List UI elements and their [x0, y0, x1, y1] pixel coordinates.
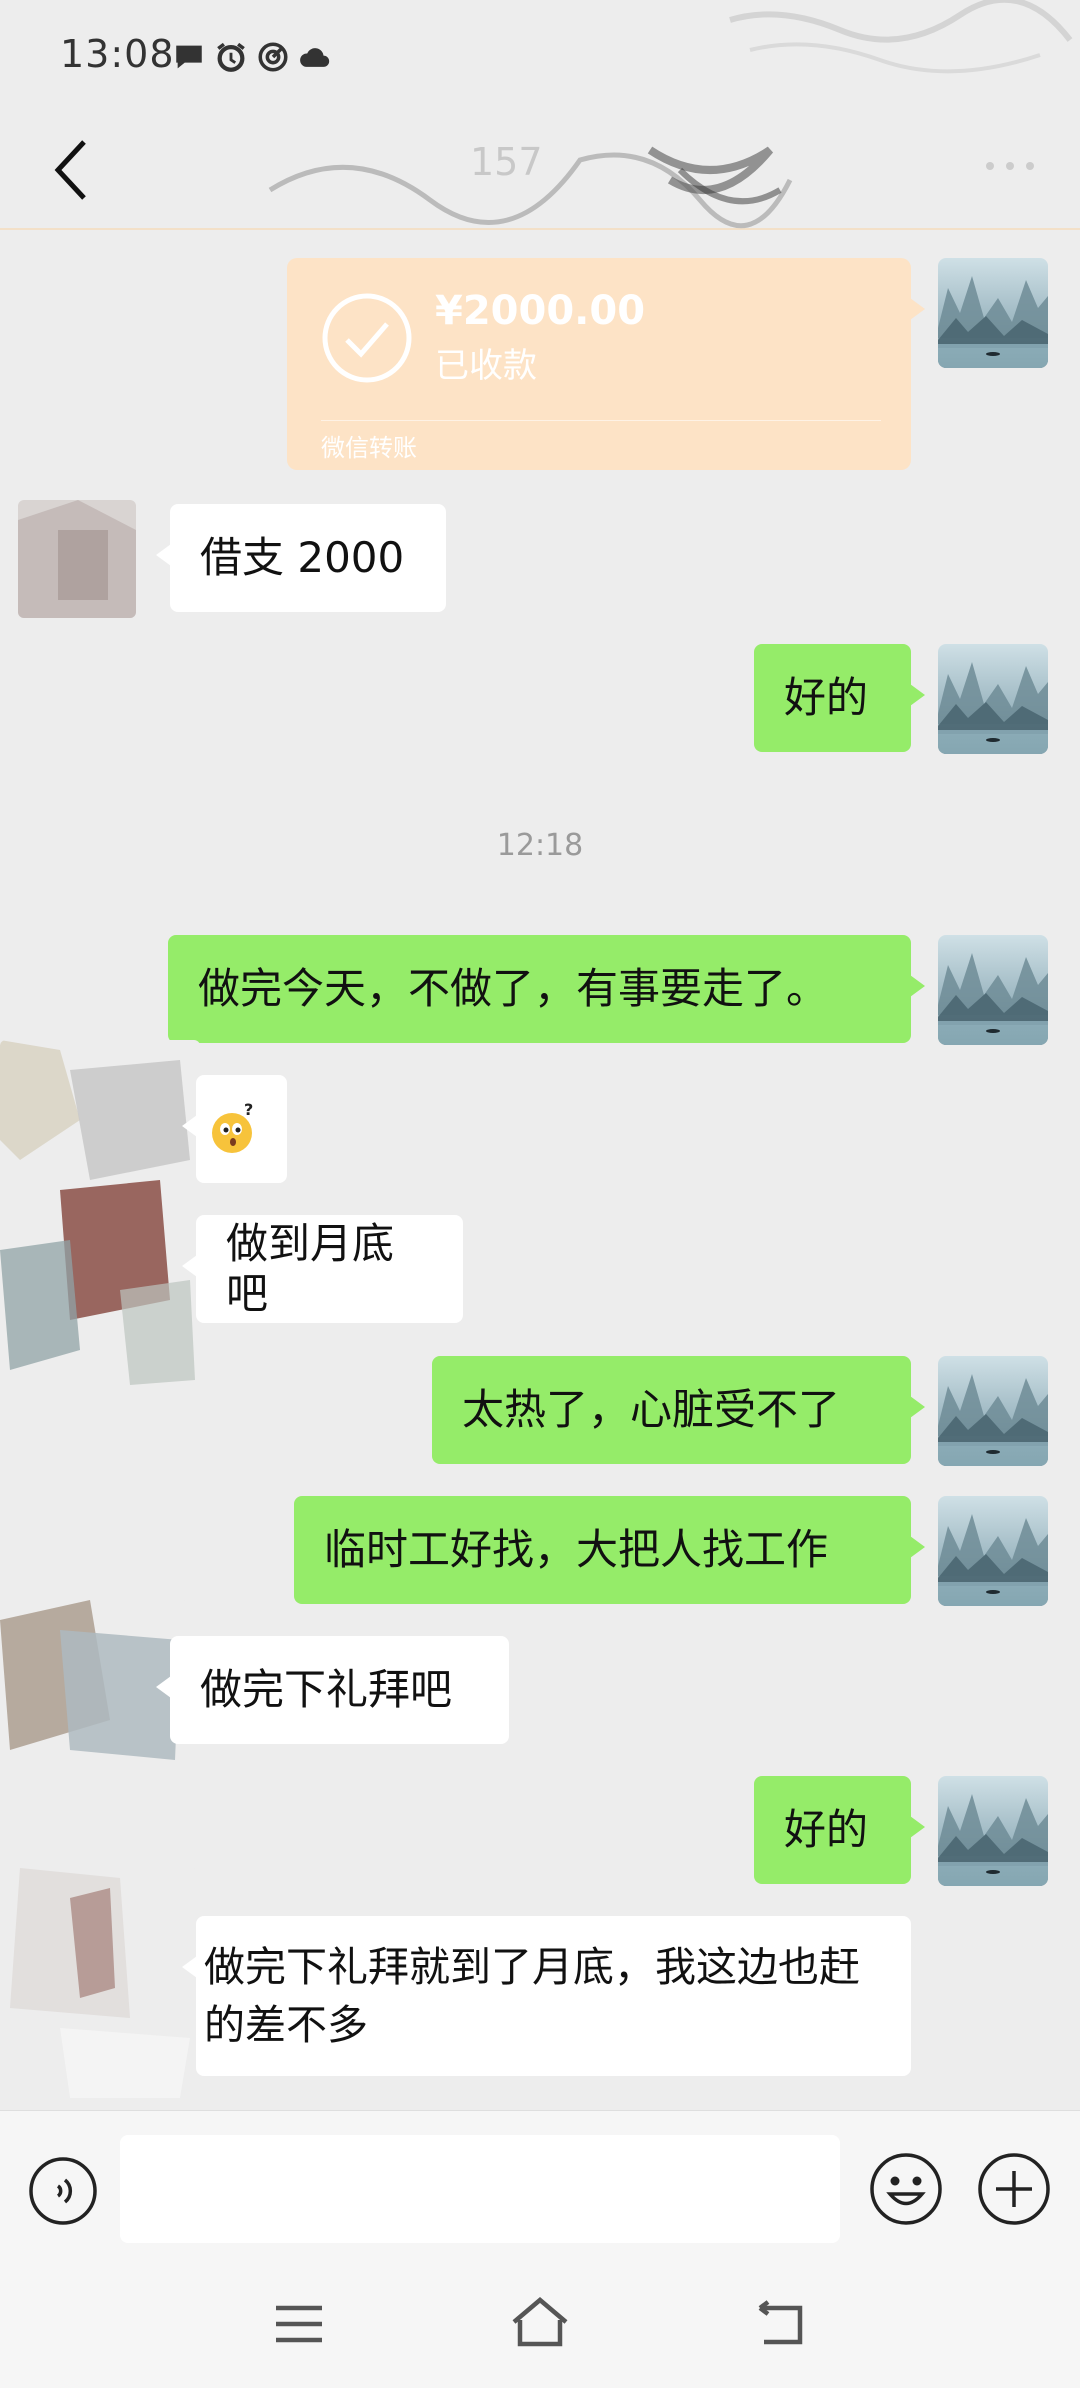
status-time: 13:08: [60, 32, 175, 76]
transfer-card[interactable]: ¥2000.00 已收款 微信转账: [287, 258, 925, 470]
message-text: 做完下礼拜就到了月底，我这边也赶的差不多: [204, 1943, 860, 2049]
message-bubble[interactable]: 做到月底吧: [182, 1215, 463, 1323]
message-input[interactable]: [120, 2135, 840, 2243]
message-text: 做完今天，不做了，有事要走了。: [198, 964, 829, 1013]
chat-header: 157: [0, 110, 1080, 230]
self-avatar[interactable]: [938, 1356, 1048, 1466]
emoji-icon[interactable]: [868, 2151, 944, 2227]
alarm-icon: [217, 42, 245, 72]
confused-emoji-icon: ?: [212, 1101, 253, 1153]
check-circle-icon: [322, 293, 412, 383]
message-bubble[interactable]: 做完今天，不做了，有事要走了。: [168, 935, 925, 1043]
contact-name: 157: [470, 140, 543, 184]
navigation-bar: [0, 2260, 1080, 2388]
message-icon: [176, 45, 202, 69]
menu-icon[interactable]: [270, 2300, 328, 2348]
message-text: 临时工好找，大把人找工作: [324, 1525, 829, 1574]
message-bubble[interactable]: 临时工好找，大把人找工作: [294, 1496, 925, 1604]
message-text: 好的: [784, 673, 869, 722]
nav-back-icon[interactable]: [752, 2298, 808, 2350]
target-icon: [258, 42, 288, 72]
message-bubble[interactable]: 借支 2000: [156, 504, 446, 612]
input-bar: [0, 2110, 1080, 2261]
voice-icon[interactable]: [28, 2156, 98, 2226]
transfer-amount: ¥2000.00: [435, 288, 646, 334]
cloud-icon: [300, 48, 330, 67]
transfer-status: 已收款: [435, 346, 537, 386]
home-icon[interactable]: [508, 2294, 572, 2352]
self-avatar[interactable]: [938, 644, 1048, 754]
status-icons: [172, 40, 332, 74]
scribble-mark: [729, 0, 1073, 74]
svg-text:?: ?: [244, 1101, 253, 1119]
status-bar: 13:08: [0, 0, 1080, 110]
message-text: 做到月底吧: [226, 1219, 395, 1318]
self-avatar[interactable]: [938, 1776, 1048, 1886]
message-bubble[interactable]: 做完下礼拜吧: [156, 1636, 509, 1744]
message-text: 借支 2000: [200, 533, 405, 582]
message-bubble[interactable]: 好的: [754, 1776, 925, 1884]
contact-avatar[interactable]: [0, 1868, 200, 2098]
contact-avatar[interactable]: [0, 1040, 200, 1390]
back-icon[interactable]: [38, 130, 108, 210]
message-bubble[interactable]: 好的: [754, 644, 925, 752]
plus-icon[interactable]: [976, 2151, 1052, 2227]
transfer-label: 微信转账: [321, 434, 417, 462]
self-avatar[interactable]: [938, 1496, 1048, 1606]
self-avatar[interactable]: [938, 935, 1048, 1045]
message-text: 太热了，心脏受不了: [462, 1385, 841, 1434]
contact-avatar[interactable]: [18, 500, 136, 618]
message-bubble[interactable]: ?: [182, 1075, 287, 1183]
self-avatar[interactable]: [938, 258, 1048, 368]
message-bubble[interactable]: 做完下礼拜就到了月底，我这边也赶的差不多: [182, 1916, 911, 2076]
message-text: 好的: [784, 1805, 869, 1854]
transfer-divider: [321, 420, 881, 421]
more-icon[interactable]: [970, 136, 1050, 196]
timestamp: 12:18: [496, 828, 584, 863]
message-text: 做完下礼拜吧: [200, 1665, 453, 1714]
message-bubble[interactable]: 太热了，心脏受不了: [432, 1356, 925, 1464]
